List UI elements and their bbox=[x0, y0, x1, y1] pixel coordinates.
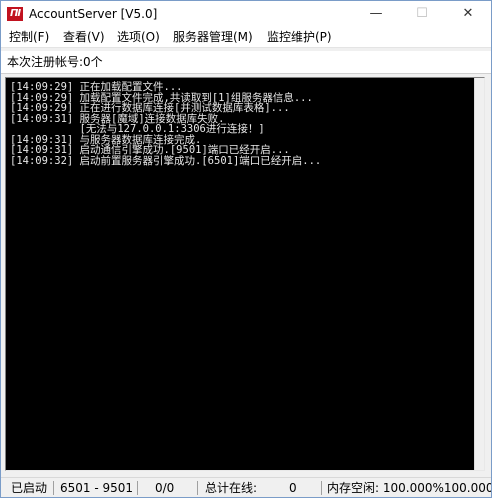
status-divider bbox=[137, 481, 138, 495]
info-bar: 本次注册帐号:0个 bbox=[1, 51, 491, 74]
title-bar[interactable]: ΠΙ AccountServer [V5.0] — ☐ ✕ bbox=[1, 1, 491, 27]
window-title: AccountServer [V5.0] bbox=[29, 7, 158, 21]
server-state: 已启动 bbox=[11, 481, 48, 495]
connection-ratio: 0/0 bbox=[155, 481, 175, 495]
menu-control[interactable]: 控制(F) bbox=[9, 28, 49, 46]
close-button[interactable]: ✕ bbox=[445, 1, 491, 27]
status-divider bbox=[197, 481, 198, 495]
menu-server-management[interactable]: 服务器管理(M) bbox=[173, 28, 253, 46]
log-console-frame: [14:09:29] 正在加载配置文件... [14:09:29] 加载配置文件… bbox=[5, 77, 485, 471]
log-timestamp: [14:09:32] bbox=[10, 154, 74, 167]
log-line: [14:09:32] 启动前置服务器引擎成功.[6501]端口已经开启... bbox=[10, 154, 322, 167]
status-divider bbox=[321, 481, 322, 495]
vertical-scrollbar[interactable] bbox=[474, 78, 484, 470]
maximize-button[interactable]: ☐ bbox=[399, 1, 445, 27]
status-bar: 已启动 6501 - 9501 0/0 总计在线: 0 内存空闲: 100.00… bbox=[1, 477, 491, 497]
log-list: [14:09:29] 正在加载配置文件... [14:09:29] 加载配置文件… bbox=[10, 82, 321, 166]
registered-accounts-count: 本次注册帐号:0个 bbox=[7, 55, 103, 69]
app-logo-icon: ΠΙ bbox=[7, 7, 23, 21]
online-total-value: 0 bbox=[289, 481, 297, 495]
log-console: [14:09:29] 正在加载配置文件... [14:09:29] 加载配置文件… bbox=[6, 78, 474, 470]
menu-options[interactable]: 选项(O) bbox=[117, 28, 160, 46]
menu-monitor-maintenance[interactable]: 监控维护(P) bbox=[267, 28, 332, 46]
port-range: 6501 - 9501 bbox=[60, 481, 134, 495]
menu-bar: 控制(F) 查看(V) 选项(O) 服务器管理(M) 监控维护(P) bbox=[1, 27, 491, 48]
app-window: ΠΙ AccountServer [V5.0] — ☐ ✕ 控制(F) 查看(V… bbox=[0, 0, 492, 498]
status-divider bbox=[53, 481, 54, 495]
online-total-label: 总计在线: bbox=[205, 481, 258, 495]
minimize-button[interactable]: — bbox=[353, 1, 399, 27]
log-message: 启动前置服务器引擎成功.[6501]端口已经开启... bbox=[73, 154, 322, 167]
menu-view[interactable]: 查看(V) bbox=[63, 28, 105, 46]
memory-free: 内存空闲: 100.000%100.000% bbox=[327, 481, 491, 495]
